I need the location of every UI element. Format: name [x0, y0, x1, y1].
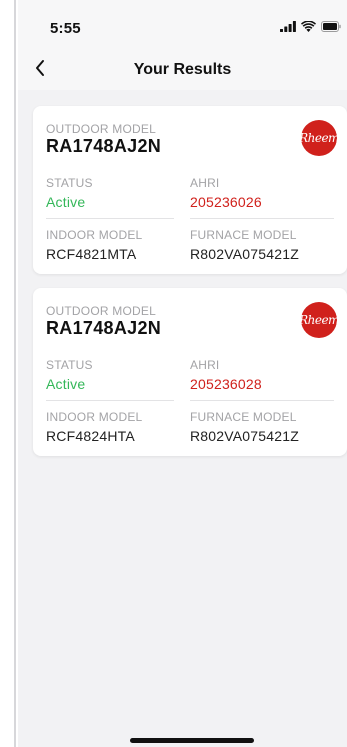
furnace-model-value: R802VA075421Z: [190, 246, 299, 262]
ahri-value: 205236026: [190, 194, 262, 210]
status-label: STATUS: [46, 176, 93, 190]
device-frame: 5:55 Your Results OUTDOOR MODEL RA1748AJ…: [0, 0, 347, 747]
outdoor-model-value: RA1748AJ2N: [46, 136, 162, 156]
result-card[interactable]: OUTDOOR MODEL RA1748AJ2N Rheem STATUS Ac…: [33, 288, 347, 456]
furnace-model-label: FURNACE MODEL: [190, 410, 297, 424]
divider: [46, 218, 174, 219]
outdoor-model-label: OUTDOOR MODEL: [46, 304, 156, 318]
results-list: OUTDOOR MODEL RA1748AJ2N Rheem STATUS Ac…: [33, 106, 347, 470]
outdoor-model-value: RA1748AJ2N: [46, 318, 162, 338]
indoor-model-value: RCF4824HTA: [46, 428, 135, 444]
furnace-model-value: R802VA075421Z: [190, 428, 299, 444]
battery-icon: [321, 19, 341, 37]
home-indicator[interactable]: [130, 738, 254, 743]
ahri-label: AHRI: [190, 176, 220, 190]
ahri-value: 205236028: [190, 376, 262, 392]
status-icons: [280, 19, 341, 37]
result-card[interactable]: OUTDOOR MODEL RA1748AJ2N Rheem STATUS Ac…: [33, 106, 347, 274]
status-time: 5:55: [50, 20, 81, 37]
status-value: Active: [46, 376, 86, 392]
rheem-logo-icon: Rheem: [299, 120, 339, 156]
app-screen: 5:55 Your Results OUTDOOR MODEL RA1748AJ…: [18, 0, 347, 747]
divider: [190, 400, 334, 401]
window-edge: [14, 0, 16, 747]
indoor-model-label: INDOOR MODEL: [46, 410, 143, 424]
furnace-model-label: FURNACE MODEL: [190, 228, 297, 242]
rheem-logo-icon: Rheem: [299, 302, 339, 338]
cellular-signal-icon: [280, 19, 296, 37]
status-value: Active: [46, 194, 86, 210]
status-bar: 5:55: [18, 0, 347, 50]
page-title: Your Results: [133, 61, 232, 78]
outdoor-model-label: OUTDOOR MODEL: [46, 122, 156, 136]
wifi-icon: [301, 19, 316, 37]
indoor-model-label: INDOOR MODEL: [46, 228, 143, 242]
indoor-model-value: RCF4821MTA: [46, 246, 137, 262]
ahri-label: AHRI: [190, 358, 220, 372]
divider: [46, 400, 174, 401]
navigation-bar: Your Results: [18, 50, 347, 90]
status-label: STATUS: [46, 358, 93, 372]
divider: [190, 218, 334, 219]
